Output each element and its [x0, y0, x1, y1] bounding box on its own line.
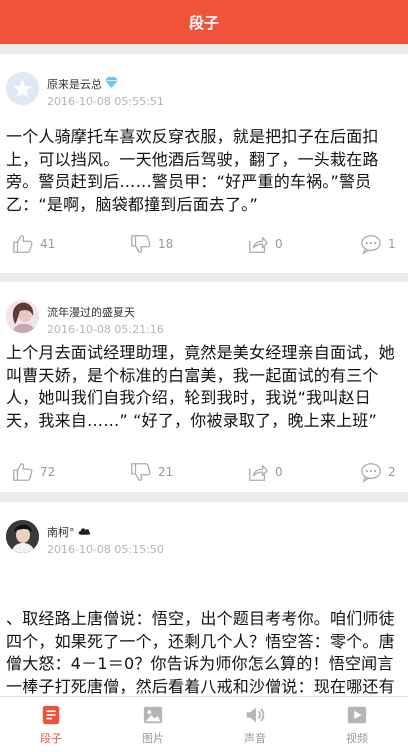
- joke-card: 原来是云总 2016-10-08 05:55:51 一个人骑摩托车喜欢反穿衣服，…: [0, 54, 408, 273]
- comment-icon: [361, 463, 381, 483]
- dislike-button[interactable]: 21: [130, 460, 173, 484]
- jokes-icon: [42, 705, 60, 724]
- joke-card: 流年漫过的盛夏天 2016-10-08 05:21:16 上个月去面试经理助理，…: [0, 282, 408, 492]
- avatar[interactable]: [6, 300, 39, 333]
- comment-button[interactable]: 2: [360, 460, 396, 484]
- username[interactable]: 南柯°: [47, 524, 91, 540]
- like-button[interactable]: 41: [12, 232, 55, 256]
- like-button[interactable]: 72: [12, 460, 55, 484]
- username[interactable]: 流年漫过的盛夏天: [47, 304, 135, 320]
- video-icon: [347, 706, 367, 723]
- bottom-tab-bar: 段子 图片 声音 视频: [0, 696, 408, 752]
- tab-pictures[interactable]: 图片: [102, 697, 204, 752]
- cloud-icon: [78, 526, 91, 539]
- action-bar: 41 18 0 1: [0, 232, 408, 256]
- share-icon: [249, 236, 268, 253]
- joke-text: 、取经路上唐僧说：悟空，出个题目考考你。咱们师徒四个，如果死了一个，还剩几个人？…: [6, 609, 395, 696]
- top-nav-bar: 段子: [0, 0, 408, 44]
- picture-icon: [143, 706, 163, 723]
- post-time: 2016-10-08 05:55:51: [47, 95, 164, 108]
- post-time: 2016-10-08 05:21:16: [47, 323, 164, 336]
- avatar[interactable]: [6, 520, 39, 553]
- avatar[interactable]: [6, 72, 39, 105]
- username[interactable]: 原来是云总: [47, 76, 118, 92]
- diamond-icon: [105, 77, 118, 91]
- thumbs-down-icon: [131, 235, 151, 253]
- speaker-icon: [246, 707, 265, 722]
- share-button[interactable]: 0: [247, 232, 283, 256]
- dislike-button[interactable]: 18: [130, 232, 173, 256]
- tab-sounds[interactable]: 声音: [204, 697, 306, 752]
- thumbs-down-icon: [131, 463, 151, 481]
- comment-button[interactable]: 1: [360, 232, 396, 256]
- comment-icon: [361, 235, 381, 255]
- joke-text: 一个人骑摩托车喜欢反穿衣服，就是把扣子在后面扣上，可以挡风。一天他酒后驾驶，翻了…: [6, 127, 379, 214]
- joke-card: 南柯° 2016-10-08 05:15:50 、取经路上唐僧说：悟空，出个题目…: [0, 502, 408, 696]
- thumbs-up-icon: [13, 235, 33, 253]
- share-button[interactable]: 0: [247, 460, 283, 484]
- tab-videos[interactable]: 视频: [306, 697, 408, 752]
- page-title: 段子: [188, 13, 219, 32]
- tab-jokes[interactable]: 段子: [0, 697, 102, 752]
- joke-feed[interactable]: 原来是云总 2016-10-08 05:55:51 一个人骑摩托车喜欢反穿衣服，…: [0, 44, 408, 696]
- thumbs-up-icon: [13, 463, 33, 481]
- joke-text: 上个月去面试经理助理，竟然是美女经理亲自面试，她叫曹天娇，是个标准的白富美，我一…: [6, 343, 395, 430]
- share-icon: [249, 464, 268, 481]
- post-time: 2016-10-08 05:15:50: [47, 543, 164, 556]
- action-bar: 72 21 0 2: [0, 460, 408, 484]
